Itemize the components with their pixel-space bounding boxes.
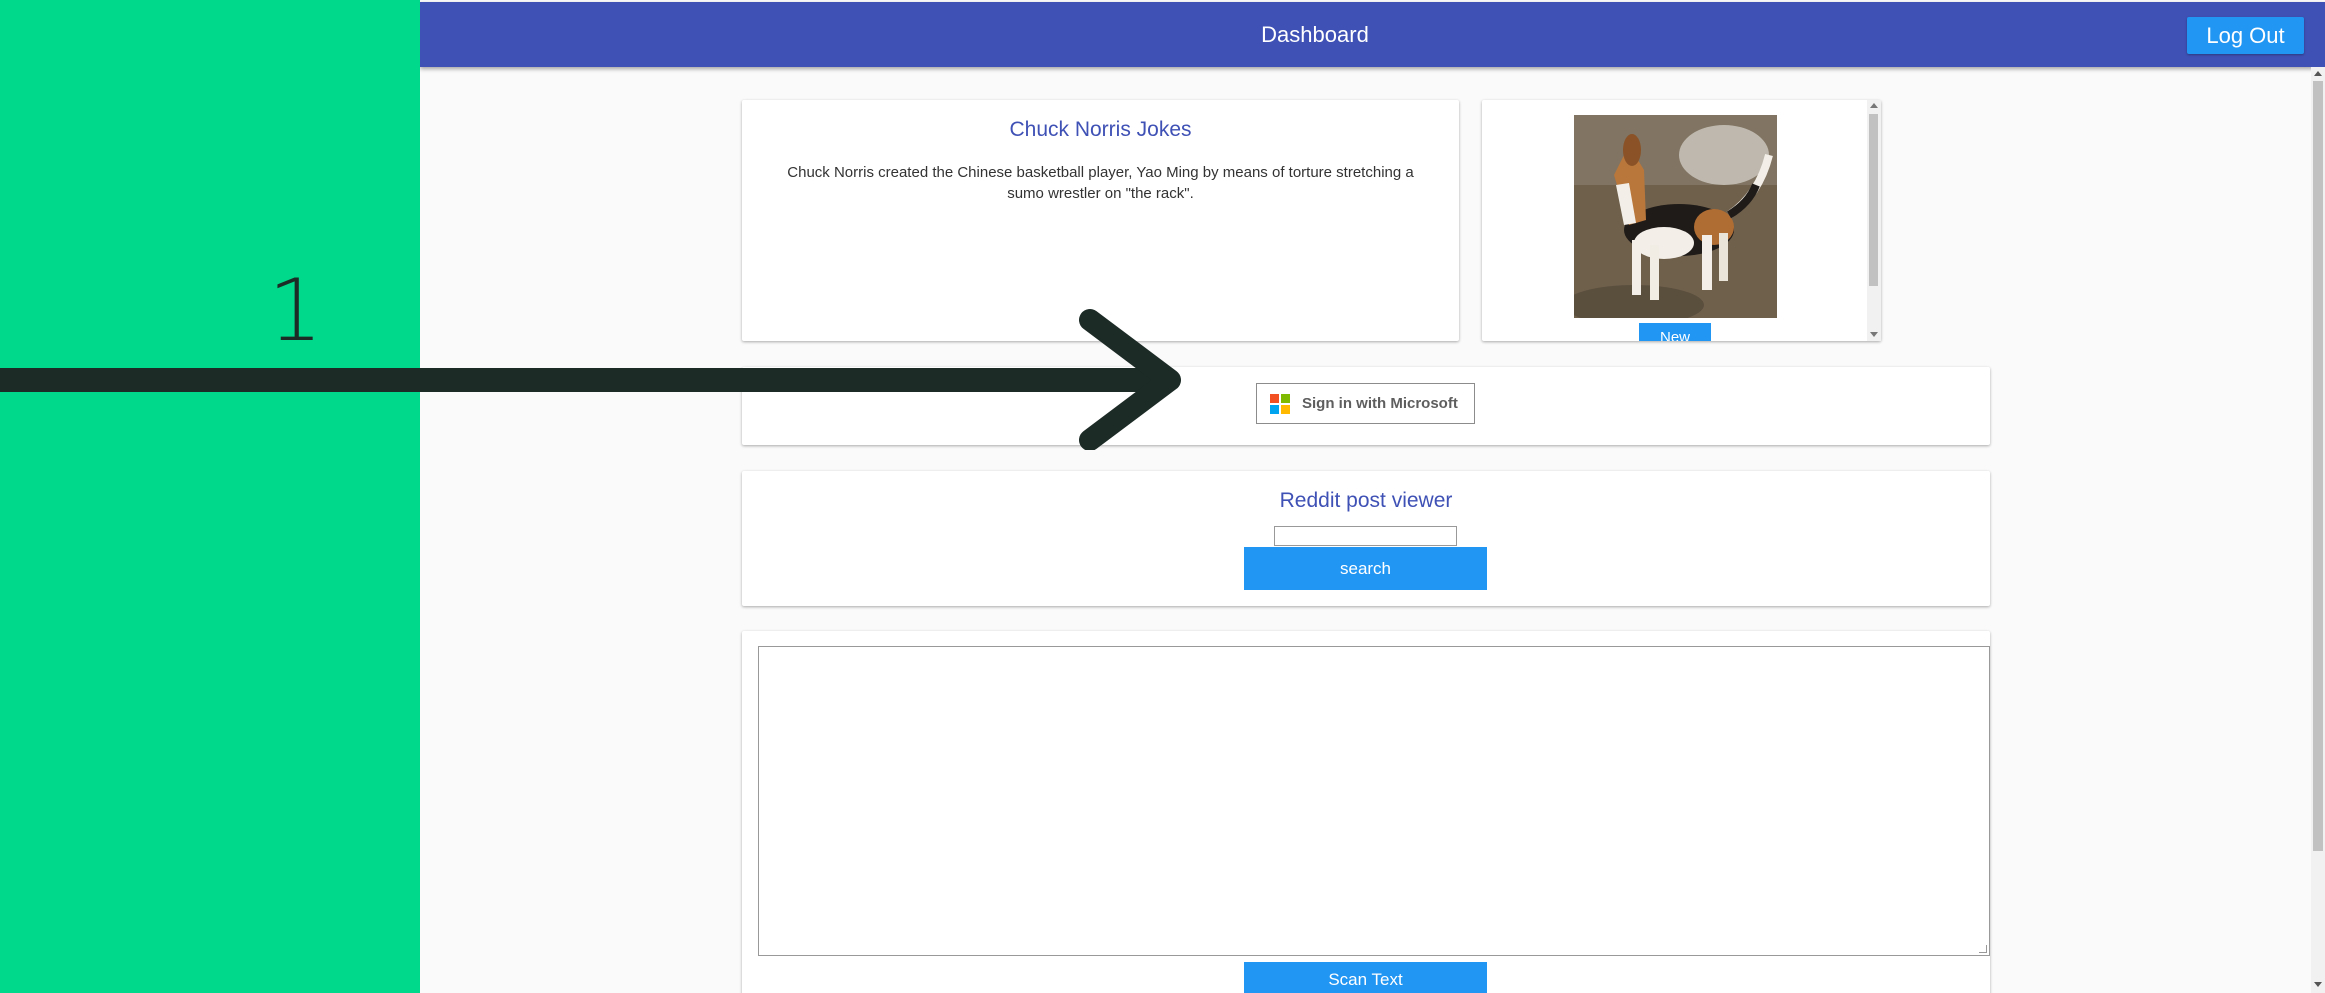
logout-button[interactable]: Log Out — [2187, 17, 2304, 54]
page-title: Dashboard — [1261, 22, 1369, 47]
scroll-thumb[interactable] — [1869, 114, 1878, 286]
dog-image-card: New — [1482, 100, 1881, 341]
scroll-down-icon[interactable] — [1870, 332, 1878, 337]
new-dog-button[interactable]: New — [1639, 323, 1711, 341]
page-scrollbar[interactable] — [2311, 67, 2325, 993]
joke-text: Chuck Norris created the Chinese basketb… — [787, 164, 1414, 202]
left-green-panel: 1 — [0, 0, 420, 993]
page-scroll-up-icon[interactable] — [2314, 71, 2322, 76]
app-window: Dashboard Log Out Chuck Norris Jokes Chu… — [420, 0, 2325, 993]
reddit-post-viewer-card: Reddit post viewer search — [742, 471, 1990, 606]
sign-in-label: Sign in with Microsoft — [1302, 395, 1458, 412]
scan-text-card: Scan Text — [742, 631, 1990, 993]
step-number: 1 — [268, 261, 323, 361]
scroll-up-icon[interactable] — [1870, 103, 1878, 108]
dog-photo — [1574, 115, 1777, 318]
search-button[interactable]: search — [1244, 547, 1487, 590]
microsoft-signin-card: Sign in with Microsoft — [742, 367, 1990, 445]
dog-card-scrollbar[interactable] — [1867, 100, 1881, 341]
resize-grip-icon[interactable] — [1979, 945, 1987, 953]
scan-text-button[interactable]: Scan Text — [1244, 962, 1487, 993]
reddit-card-title: Reddit post viewer — [1279, 489, 1453, 512]
app-bar: Dashboard Log Out — [420, 2, 2325, 67]
page-scroll-thumb[interactable] — [2313, 81, 2323, 851]
sign-in-microsoft-button[interactable]: Sign in with Microsoft — [1256, 383, 1475, 424]
chuck-norris-jokes-card: Chuck Norris Jokes Chuck Norris created … — [742, 100, 1459, 341]
reddit-search-input[interactable] — [1274, 526, 1457, 546]
microsoft-logo-icon — [1270, 393, 1290, 414]
beagle-dog-icon — [1574, 115, 1777, 318]
jokes-card-title: Chuck Norris Jokes — [1009, 118, 1192, 141]
page-scroll-down-icon[interactable] — [2314, 982, 2322, 987]
scan-textarea[interactable] — [758, 646, 1990, 956]
